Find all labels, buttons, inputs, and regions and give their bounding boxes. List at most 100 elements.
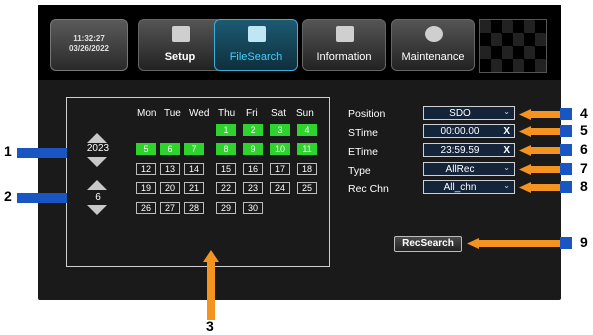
calendar-day[interactable]: 19 [136,182,156,194]
clear-icon[interactable]: X [503,145,510,156]
calendar-day[interactable]: 14 [184,163,204,175]
top-menu-bar: 11:32:27 03/26/2022 Setup FileSearch Inf… [38,5,561,80]
rec-chn-value: All_chn [443,182,477,193]
callout-4-block [560,108,572,120]
calendar-day[interactable]: 21 [184,182,204,194]
calendar-day[interactable]: 2 [243,124,263,136]
callout-3-arrow [207,258,215,320]
position-value: SDO [449,108,471,119]
weekday-fri: Fri [246,108,258,119]
callout-9-block [560,237,572,249]
calendar-day[interactable]: 17 [270,163,290,175]
calendar-day[interactable]: 25 [297,182,317,194]
calendar-day[interactable]: 6 [160,143,180,155]
clear-icon[interactable]: X [503,126,510,137]
calendar-day[interactable]: 30 [243,202,263,214]
calendar-day[interactable]: 18 [297,163,317,175]
rec-chn-label: Rec Chn [348,183,389,195]
callout-3: 3 [206,318,214,334]
callout-9-arrow [478,240,560,247]
weekday-sat: Sat [271,108,287,119]
calendar-day[interactable]: 11 [297,143,317,155]
callout-7-arrow [530,166,560,173]
setup-icon [172,26,190,42]
weekday-sun: Sun [296,108,314,119]
type-value: AllRec [445,164,475,175]
camera-icon [248,26,266,42]
stime-label: STime [348,127,378,139]
calendar-day[interactable]: 4 [297,124,317,136]
callout-1: 1 [4,143,12,159]
tab-setup[interactable]: Setup [138,19,222,71]
callout-2-arrow [17,193,67,203]
calendar-day[interactable]: 28 [184,202,204,214]
calendar-day[interactable]: 27 [160,202,180,214]
clock-time: 11:32:27 [73,34,105,43]
callout-6-block [560,144,572,156]
calendar-day[interactable]: 5 [136,143,156,155]
calendar-day[interactable]: 3 [270,124,290,136]
position-label: Position [348,108,386,120]
callout-5-arrow [530,128,560,135]
calendar-day[interactable]: 13 [160,163,180,175]
chevron-down-icon: ⌄ [503,163,510,172]
type-select[interactable]: AllRec ⌄ [423,162,515,176]
chevron-down-icon: ⌄ [503,181,510,190]
callout-6-arrow [530,147,560,154]
year-value: 2023 [86,143,110,154]
tab-maintenance[interactable]: Maintenance [391,19,475,71]
tab-filesearch[interactable]: FileSearch [214,19,298,71]
calendar-day[interactable]: 12 [136,163,156,175]
callout-9: 9 [580,234,588,250]
calendar-day[interactable]: 20 [160,182,180,194]
rec-chn-select[interactable]: All_chn ⌄ [423,180,515,194]
document-icon [336,26,354,42]
calendar-day[interactable]: 7 [184,143,204,155]
clock-date: 03/26/2022 [68,44,110,53]
calendar-day[interactable]: 1 [216,124,236,136]
position-select[interactable]: SDO ⌄ [423,106,515,120]
callout-4-arrow [530,111,560,118]
tab-information-label: Information [316,51,372,63]
gear-icon [425,26,443,42]
stime-value: 00:00.00 [440,126,480,137]
calendar-day[interactable]: 16 [243,163,263,175]
tab-maintenance-label: Maintenance [401,51,465,63]
calendar-day[interactable]: 26 [136,202,156,214]
calendar-day[interactable]: 8 [216,143,236,155]
weekday-wed: Wed [189,108,210,119]
callout-8: 8 [580,178,588,194]
etime-value: 23:59.59 [440,145,480,156]
weekday-mon: Mon [137,108,157,119]
etime-input[interactable]: 23:59.59 X [423,143,515,157]
calendar-day[interactable]: 22 [216,182,236,194]
callout-2: 2 [4,188,12,204]
weekday-tue: Tue [164,108,181,119]
recsearch-button[interactable]: RecSearch [394,236,462,252]
tab-setup-label: Setup [164,51,196,63]
tab-information[interactable]: Information [302,19,386,71]
calendar-day[interactable]: 10 [270,143,290,155]
callout-8-block [560,181,572,193]
clock-display: 11:32:27 03/26/2022 [50,19,128,71]
callout-7-block [560,163,572,175]
tab-filesearch-label: FileSearch [229,51,283,63]
callout-8-arrow [530,184,560,191]
month-value: 6 [95,192,101,203]
weekday-thu: Thu [218,108,236,119]
calendar-day[interactable]: 24 [270,182,290,194]
chevron-down-icon: ⌄ [503,107,510,116]
calendar-day[interactable]: 29 [216,202,236,214]
callout-5-block [560,125,572,137]
etime-label: ETime [348,146,378,158]
calendar-day[interactable]: 15 [216,163,236,175]
checkerboard-logo [479,19,547,73]
calendar-day[interactable]: 23 [243,182,263,194]
callout-7: 7 [580,160,588,176]
callout-5: 5 [580,122,588,138]
calendar-day[interactable]: 9 [243,143,263,155]
callout-6: 6 [580,141,588,157]
callout-4: 4 [580,105,588,121]
callout-1-arrow [17,148,67,158]
stime-input[interactable]: 00:00.00 X [423,124,515,138]
